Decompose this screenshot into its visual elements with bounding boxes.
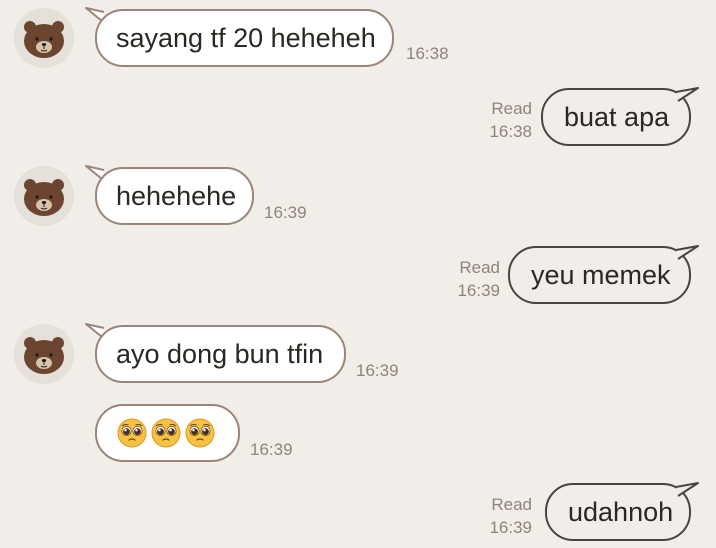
message-time: 16:39 xyxy=(489,518,532,537)
read-receipt: Read 16:39 xyxy=(489,493,532,539)
bear-avatar-icon[interactable] xyxy=(14,166,74,226)
incoming-emoji-bubble[interactable] xyxy=(95,404,240,462)
read-receipt: Read 16:39 xyxy=(457,256,500,302)
incoming-message-bubble[interactable]: sayang tf 20 heheheh xyxy=(95,9,394,67)
message-text: hehehehe xyxy=(116,180,237,211)
message-text: udahnoh xyxy=(568,496,674,527)
read-status: Read xyxy=(491,495,532,514)
message-time: 16:38 xyxy=(489,122,532,141)
message-text: ayo dong bun tfin xyxy=(116,338,324,369)
message-text: sayang tf 20 heheheh xyxy=(116,22,376,53)
message-text: buat apa xyxy=(564,101,670,132)
bubble-tail xyxy=(675,87,699,102)
read-status: Read xyxy=(459,258,500,277)
incoming-message-bubble[interactable]: hehehehe xyxy=(95,167,254,225)
bear-avatar-icon[interactable] xyxy=(14,324,74,384)
read-receipt: Read 16:38 xyxy=(489,97,532,143)
message-text: yeu memek xyxy=(531,259,671,290)
bear-avatar-icon[interactable] xyxy=(14,8,74,68)
pleading-face-icon xyxy=(185,418,215,448)
outgoing-message-bubble[interactable]: buat apa xyxy=(541,88,691,146)
bubble-tail xyxy=(675,482,699,497)
emoji-row xyxy=(117,418,215,448)
message-time: 16:38 xyxy=(406,44,449,63)
message-time: 16:39 xyxy=(457,281,500,300)
message-time: 16:39 xyxy=(250,440,293,459)
outgoing-message-bubble[interactable]: yeu memek xyxy=(508,246,691,304)
chat-thread: sayang tf 20 heheheh 16:38 Read 16:38 bu… xyxy=(0,0,716,548)
outgoing-message-bubble[interactable]: udahnoh xyxy=(545,483,691,541)
read-status: Read xyxy=(491,99,532,118)
pleading-face-icon xyxy=(117,418,147,448)
pleading-face-icon xyxy=(151,418,181,448)
incoming-message-bubble[interactable]: ayo dong bun tfin xyxy=(95,325,346,383)
bubble-tail xyxy=(675,245,699,260)
message-time: 16:39 xyxy=(356,361,399,380)
message-time: 16:39 xyxy=(264,203,307,222)
